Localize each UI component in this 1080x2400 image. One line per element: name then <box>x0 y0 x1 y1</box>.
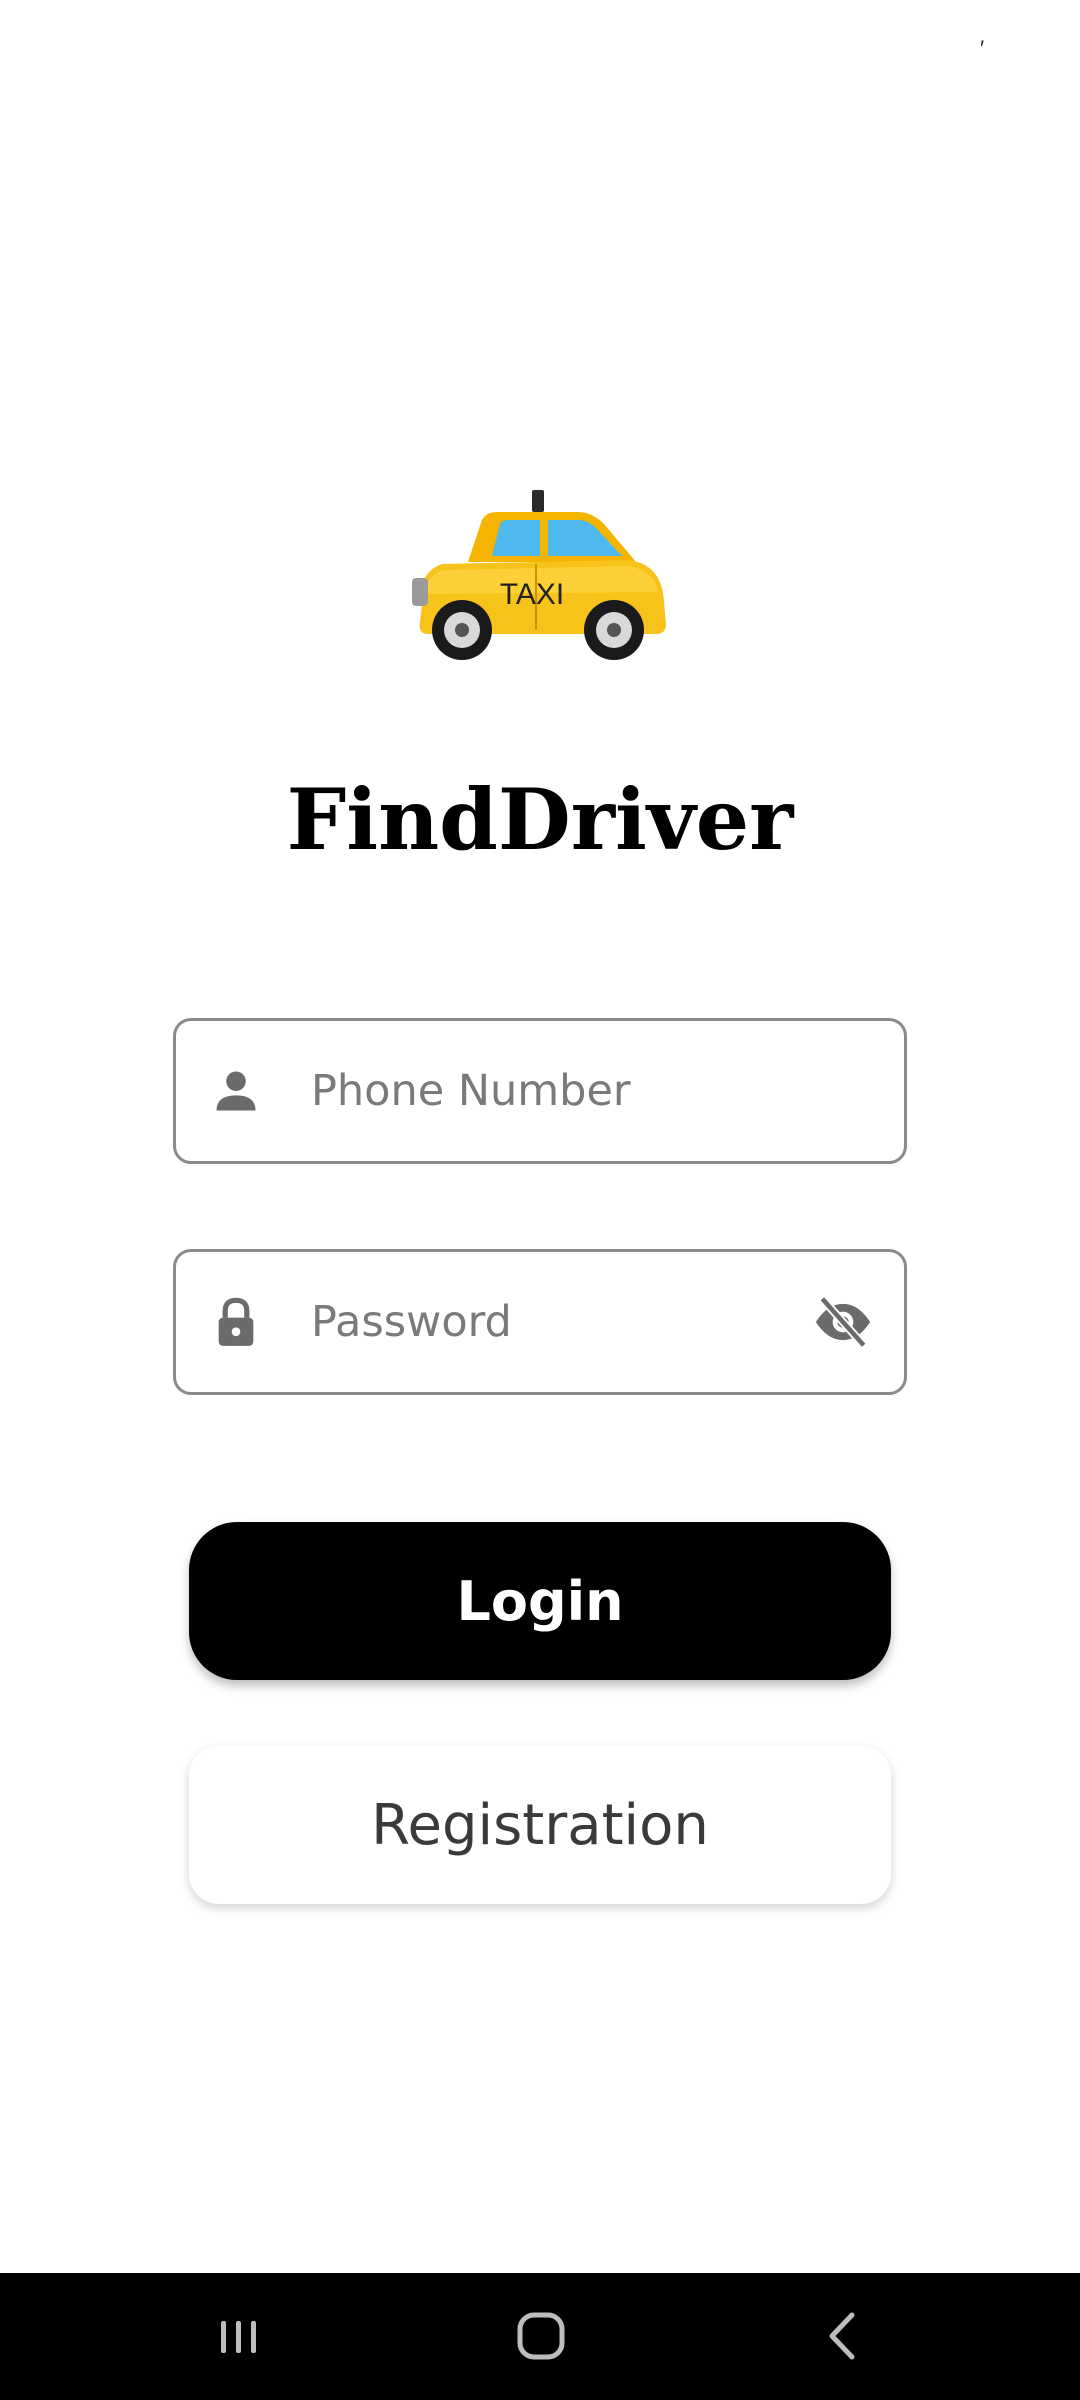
login-button[interactable]: Login <box>189 1522 891 1680</box>
phone-number-placeholder: Phone Number <box>311 1066 631 1116</box>
person-icon <box>216 1071 256 1111</box>
recents-icon[interactable] <box>204 2301 274 2371</box>
lock-icon <box>218 1297 254 1346</box>
taxi-icon: TAXI <box>412 490 666 660</box>
back-icon[interactable] <box>808 2301 878 2371</box>
system-navigation-bar <box>0 2273 1080 2400</box>
password-placeholder: Password <box>311 1297 512 1347</box>
eye-off-icon[interactable] <box>812 1291 874 1353</box>
app-title: FindDriver <box>286 770 794 869</box>
phone-number-field[interactable]: Phone Number <box>173 1018 907 1164</box>
registration-button[interactable]: Registration <box>189 1746 891 1904</box>
svg-text:TAXI: TAXI <box>500 578 564 611</box>
status-mark: ′ <box>980 36 985 61</box>
home-icon[interactable] <box>506 2301 576 2371</box>
password-field[interactable]: Password <box>173 1249 907 1395</box>
